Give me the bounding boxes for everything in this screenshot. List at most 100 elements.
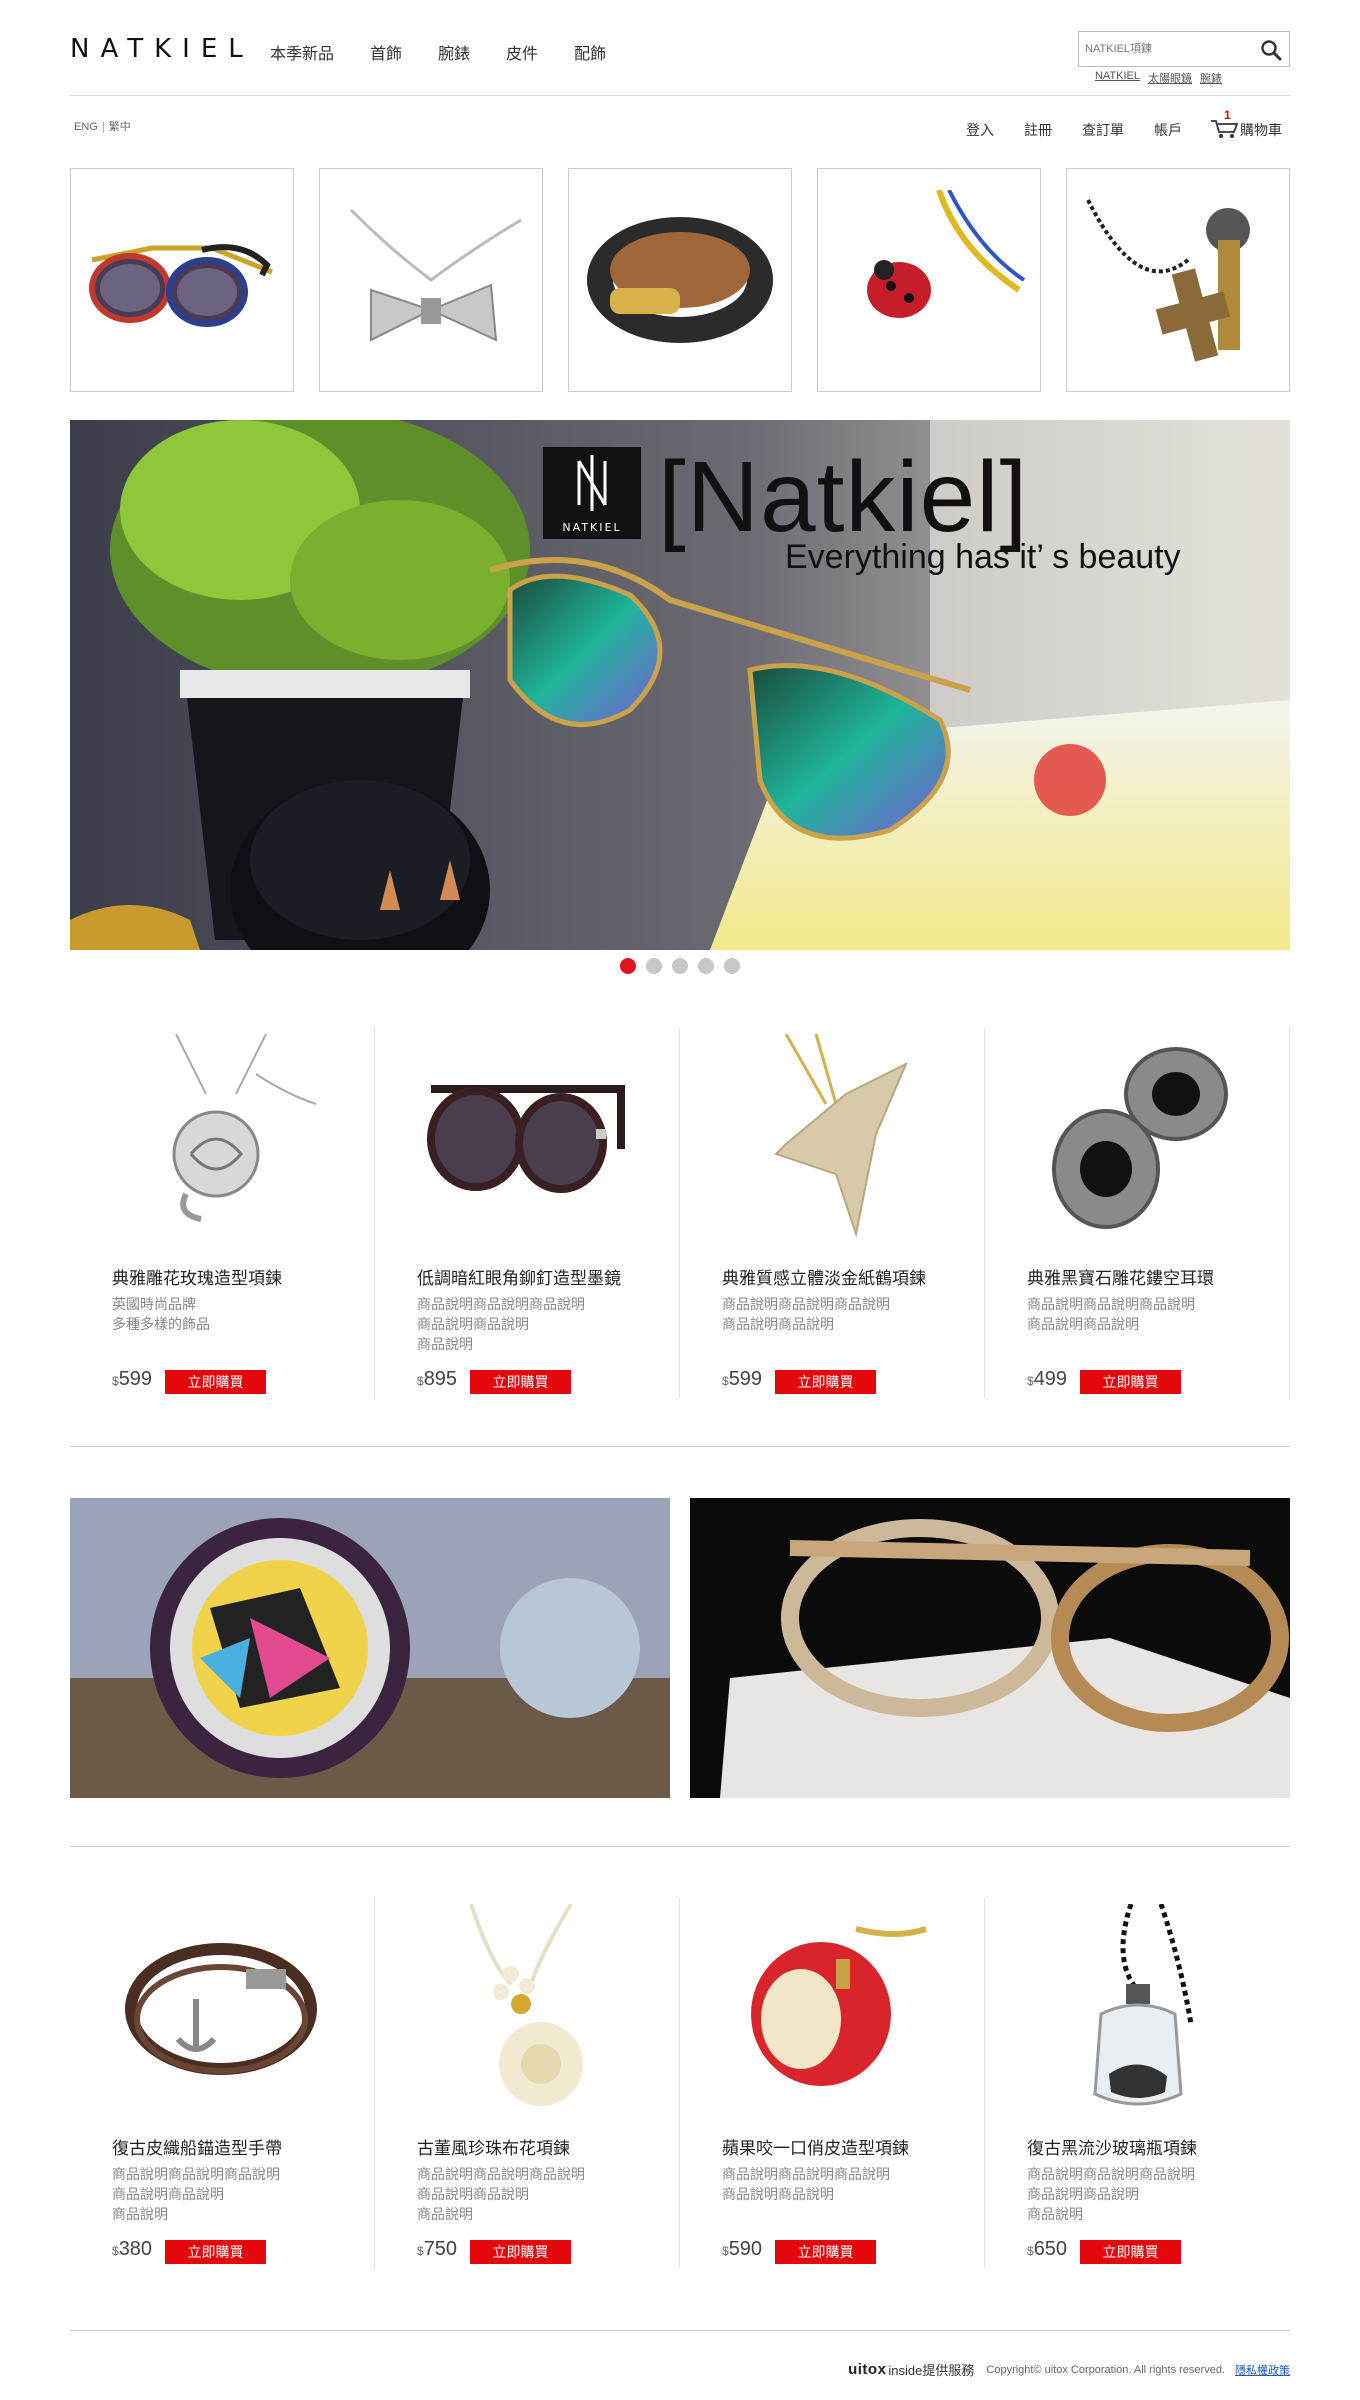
carousel-dot-4[interactable] [698,958,714,974]
product-image[interactable] [110,1028,332,1250]
product-card: 復古黑流沙玻璃瓶項鍊 商品說明商品說明商品說明 商品說明商品說明 商品說明 $6… [985,1898,1290,2268]
carousel-dot-2[interactable] [646,958,662,974]
buy-now-button[interactable]: 立即購買 [165,1370,266,1394]
lang-chinese[interactable]: 繁中 [109,121,131,133]
copyright-text: Copyright© uitox Corporation. All rights… [986,2363,1225,2376]
language-switch: ENG | 繁中 [74,118,131,134]
description-line: 商品說明商品說明商品說明 [112,2166,280,2182]
thumb-bow-necklace[interactable] [319,168,543,392]
search-box [1078,31,1290,67]
product-image[interactable] [1025,1028,1247,1250]
description-line: 商品說明商品說明 [722,2186,834,2202]
product-grid-1: 典雅雕花玫瑰造型項鍊 英國時尚品牌 多種多樣的飾品 $599 立即購買 低調暗紅… [70,1028,1290,1398]
register-link[interactable]: 註冊 [1024,120,1052,140]
product-description: 商品說明商品說明商品說明 商品說明商品說明 商品說明 [112,2164,342,2224]
nav-leather[interactable]: 皮件 [506,40,538,64]
description-line: 商品說明 [417,1336,473,1352]
price-value: 599 [728,1368,763,1390]
description-line: 商品說明 [417,2206,473,2222]
privacy-policy-link[interactable]: 隱私權政策 [1235,2362,1290,2378]
product-price: $499 [1027,1368,1067,1391]
carousel-dots [70,958,1290,978]
featured-thumbnails [70,168,1290,392]
price-value: 750 [423,2238,458,2260]
lang-english[interactable]: ENG [74,121,98,133]
order-lookup-link[interactable]: 查訂單 [1082,120,1124,140]
product-name[interactable]: 典雅雕花玫瑰造型項鍊 [112,1264,282,1289]
carousel-dot-5[interactable] [724,958,740,974]
search-icon[interactable] [1259,38,1283,62]
product-name[interactable]: 古董風珍珠布花項鍊 [417,2134,570,2159]
main-nav: 本季新品 首飾 腕錶 皮件 配飾 [270,40,642,64]
product-card: 低調暗紅眼角鉚釘造型墨鏡 商品說明商品說明商品說明 商品說明商品說明 商品說明 … [375,1028,680,1398]
carousel-dot-1[interactable] [620,958,636,974]
product-image[interactable] [110,1898,332,2120]
product-image[interactable] [415,1028,637,1250]
cart-link[interactable]: 1 購物車 [1210,108,1282,143]
hero-logo-text: NATKIEL [562,521,621,534]
description-line: 商品說明商品說明 [417,1316,529,1332]
search-input[interactable] [1079,32,1251,66]
thumb-ladybug-charm[interactable] [817,168,1041,392]
buy-now-button[interactable]: 立即購買 [470,2240,571,2264]
account-link[interactable]: 帳戶 [1154,120,1182,140]
buy-now-button[interactable]: 立即購買 [1080,1370,1181,1394]
nav-watches[interactable]: 腕錶 [438,40,470,64]
buy-now-button[interactable]: 立即購買 [775,1370,876,1394]
description-line: 英國時尚品牌 [112,1296,196,1312]
product-name[interactable]: 復古黑流沙玻璃瓶項鍊 [1027,2134,1197,2159]
product-image[interactable] [720,1898,942,2120]
product-price: $380 [112,2238,152,2261]
nav-accessories[interactable]: 配飾 [574,40,606,64]
login-link[interactable]: 登入 [966,120,994,140]
ladybug-charm-image [867,190,1026,318]
product-price: $599 [112,1368,152,1391]
product-image[interactable] [1025,1898,1247,2120]
buy-now-button[interactable]: 立即購買 [1080,2240,1181,2264]
description-line: 商品說明商品說明 [722,1316,834,1332]
description-line: 商品說明商品說明 [112,2186,224,2202]
product-description: 商品說明商品說明商品說明 商品說明商品說明 [722,2164,952,2204]
description-line: 商品說明商品說明 [1027,2186,1139,2202]
product-description: 商品說明商品說明商品說明 商品說明商品說明 商品說明 [417,2164,647,2224]
hot-keyword-link[interactable]: NATKIEL [1095,70,1140,86]
bow-necklace-image [349,208,522,342]
product-name[interactable]: 典雅黑寶石雕花鏤空耳環 [1027,1264,1214,1289]
product-name[interactable]: 低調暗紅眼角鉚釘造型墨鏡 [417,1264,621,1289]
hot-keyword-link[interactable]: 太陽眼鏡 [1148,70,1192,86]
buy-now-button[interactable]: 立即購買 [165,2240,266,2264]
product-description: 商品說明商品說明商品說明 商品說明商品說明 商品說明 [1027,2164,1257,2224]
thumb-sunglasses[interactable] [70,168,294,392]
thumb-cross-necklace[interactable] [1066,168,1290,392]
hot-keyword-link[interactable]: 腕錶 [1200,70,1222,86]
description-line: 商品說明商品說明商品說明 [1027,2166,1195,2182]
utility-bar: ENG | 繁中 登入 註冊 查訂單 帳戶 1 購物車 [70,96,1290,154]
glasses-promo-banner[interactable] [690,1498,1290,1798]
nav-new-season[interactable]: 本季新品 [270,40,334,64]
description-line: 商品說明商品說明 [1027,1316,1139,1332]
buy-now-button[interactable]: 立即購買 [470,1370,571,1394]
product-name[interactable]: 典雅質感立體淡金紙鶴項鍊 [722,1264,926,1289]
description-line: 商品說明商品說明商品說明 [417,2166,585,2182]
price-value: 380 [118,2238,153,2260]
footer-credits: uitox inside提供服務 Copyright© uitox Corpor… [848,2360,1290,2379]
buy-now-button[interactable]: 立即購買 [775,2240,876,2264]
hero-banner[interactable]: NATKIEL [Natkiel] Everything has it’ s b… [70,420,1290,950]
product-card: 古董風珍珠布花項鍊 商品說明商品說明商品說明 商品說明商品說明 商品說明 $75… [375,1898,680,2268]
product-image[interactable] [720,1028,942,1250]
watch-promo-banner[interactable] [70,1498,670,1798]
cross-necklace-image [1086,199,1250,362]
product-name[interactable]: 復古皮織船錨造型手帶 [112,2134,282,2159]
currency-symbol: $ [417,1374,424,1388]
price-value: 499 [1033,1368,1068,1390]
site-logo[interactable]: NATKIEL [70,34,254,64]
description-line: 商品說明 [1027,2206,1083,2222]
section-divider [70,1846,1290,1847]
product-image[interactable] [415,1898,637,2120]
thumb-leather-bracelet[interactable] [568,168,792,392]
carousel-dot-3[interactable] [672,958,688,974]
product-card: 典雅雕花玫瑰造型項鍊 英國時尚品牌 多種多樣的飾品 $599 立即購買 [70,1028,375,1398]
description-line: 商品說明商品說明 [417,2186,529,2202]
nav-jewelry[interactable]: 首飾 [370,40,402,64]
product-name[interactable]: 蘋果咬一口俏皮造型項鍊 [722,2134,909,2159]
